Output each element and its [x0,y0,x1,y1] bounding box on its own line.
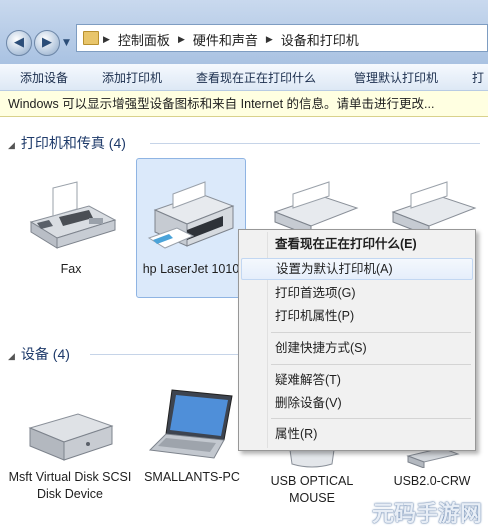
device-item-usb2-crw[interactable]: USB2.0-CRW [376,447,488,490]
device-label-usb2-crw: USB2.0-CRW [393,474,471,488]
history-dropdown-icon[interactable]: ▼ [63,38,70,48]
menu-item-troubleshoot[interactable]: 疑难解答(T) [241,369,473,391]
breadcrumb: ▶ 控制面板 ▶ 硬件和声音 ▶ 设备和打印机 [103,30,359,49]
group-divider [150,143,480,144]
printer-icon [273,181,359,237]
menu-item-create-shortcut[interactable]: 创建快捷方式(S) [241,337,473,359]
group-divider [90,354,238,355]
printers-group-title: 打印机和传真 (4) [20,135,126,151]
printers-group-header[interactable]: ◢ 打印机和传真 (4) [8,133,126,153]
address-bar[interactable]: ▶ 控制面板 ▶ 硬件和声音 ▶ 设备和打印机 [76,24,488,52]
menu-item-printer-properties[interactable]: 打印机属性(P) [241,305,473,327]
print-server-button[interactable]: 打 [472,69,484,86]
device-item-virtual-disk[interactable]: Msft Virtual Disk SCSI Disk Device [6,406,134,503]
devices-group-header[interactable]: ◢ 设备 (4) [8,344,70,364]
menu-separator [271,332,471,333]
chevron-right-icon[interactable]: ▶ [178,34,185,45]
printer-label-hp-laserjet: hp LaserJet 1010 [142,262,240,276]
collapse-triangle-icon[interactable]: ◢ [8,351,15,361]
command-bar: 添加设备 添加打印机 查看现在正在打印什么 管理默认打印机 打 [0,64,488,91]
menu-item-printing-preferences[interactable]: 打印首选项(G) [241,282,473,304]
printer-item-fax[interactable]: Fax [16,176,126,278]
menu-separator [271,364,471,365]
device-label-smallants-pc: SMALLANTS-PC [144,470,240,484]
menu-item-set-default-printer[interactable]: 设置为默认打印机(A) [241,258,473,280]
navigation-bar: ◀ ▶ ▼ ▶ 控制面板 ▶ 硬件和声音 ▶ 设备和打印机 [0,0,488,65]
info-bar[interactable]: Windows 可以显示增强型设备图标和来自 Internet 的信息。请单击进… [0,91,488,117]
fax-icon [29,181,117,249]
printer-icon [147,181,235,249]
breadcrumb-hardware-sound[interactable]: 硬件和声音 [193,30,258,49]
device-item-smallants-pc[interactable]: SMALLANTS-PC [140,384,244,486]
control-panel-icon [83,31,99,45]
chevron-right-icon[interactable]: ▶ [266,34,273,45]
device-item-usb-optical-mouse[interactable]: USB OPTICAL MOUSE [254,445,370,507]
devices-group-title: 设备 (4) [20,346,70,362]
menu-item-see-whats-printing[interactable]: 查看现在正在打印什么(E) [241,233,473,255]
card-reader-icon [406,447,460,469]
device-label-virtual-disk: Msft Virtual Disk SCSI Disk Device [8,470,132,501]
printer-item-hp-laserjet[interactable]: hp LaserJet 1010 [138,176,244,278]
add-device-button[interactable]: 添加设备 [20,69,68,86]
device-label-usb-optical-mouse: USB OPTICAL MOUSE [270,474,354,505]
mouse-icon [289,445,335,468]
printer-label-fax: Fax [60,262,82,276]
forward-button[interactable]: ▶ [34,30,60,56]
menu-separator [271,418,471,419]
breadcrumb-control-panel[interactable]: 控制面板 [118,30,170,49]
add-printer-button[interactable]: 添加打印机 [102,69,162,86]
see-whats-printing-button[interactable]: 查看现在正在打印什么 [196,69,316,86]
manage-default-printers-button[interactable]: 管理默认打印机 [354,69,438,86]
menu-item-remove-device[interactable]: 删除设备(V) [241,392,473,414]
printer-icon [391,181,477,237]
context-menu: 查看现在正在打印什么(E) 设置为默认打印机(A) 打印首选项(G) 打印机属性… [238,229,476,451]
collapse-triangle-icon[interactable]: ◢ [8,140,15,150]
watermark: 元码手游网 [371,502,482,527]
laptop-icon [148,389,233,459]
chevron-right-icon[interactable]: ▶ [103,34,110,45]
breadcrumb-devices-printers[interactable]: 设备和打印机 [281,30,359,49]
menu-item-properties[interactable]: 属性(R) [241,423,473,445]
back-button[interactable]: ◀ [6,30,32,56]
hard-disk-icon [28,413,114,461]
